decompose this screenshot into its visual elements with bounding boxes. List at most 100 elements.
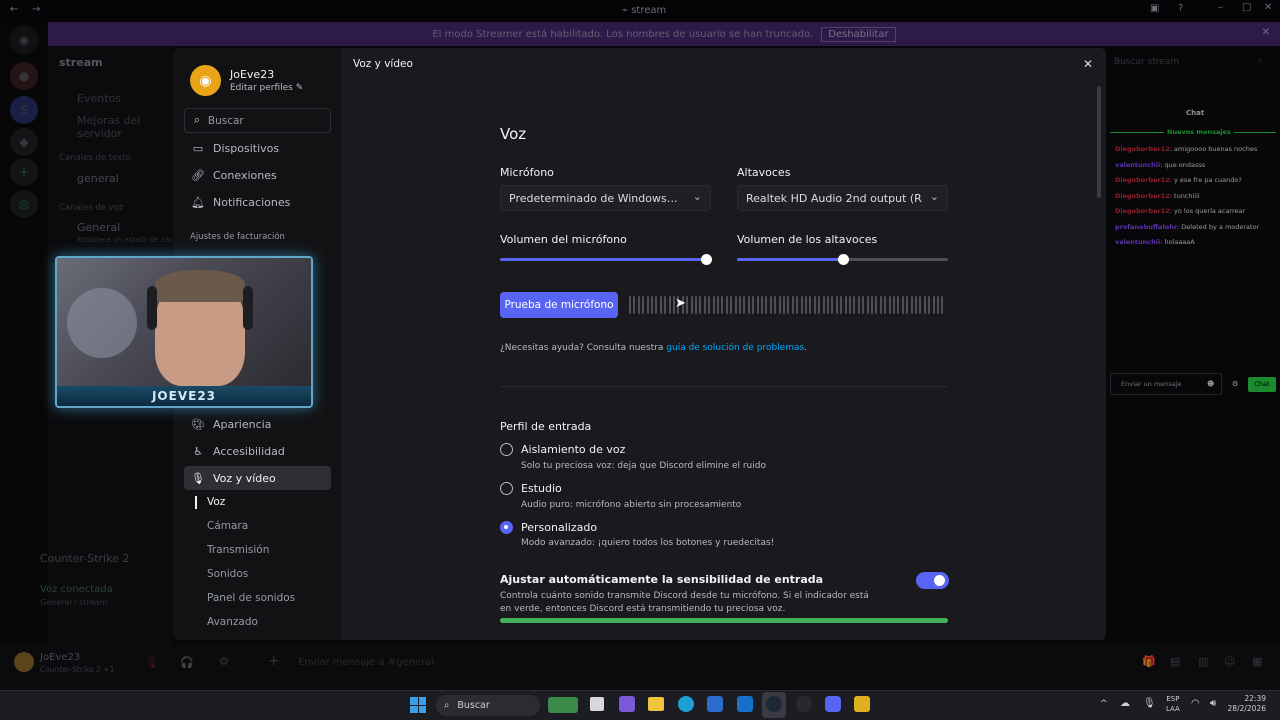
meter-bar	[835, 296, 838, 314]
app-icon[interactable]	[619, 696, 635, 712]
profile-avatar[interactable]: ◉	[190, 65, 221, 96]
nav-notifications[interactable]: 🔔︎ Notificaciones	[184, 190, 331, 214]
cloud-icon[interactable]: ☁	[1120, 698, 1130, 709]
outlook-icon[interactable]	[737, 696, 753, 712]
volume-icon[interactable]: 🔊︎	[1210, 698, 1216, 709]
mic-test-button[interactable]: Prueba de micrófono	[500, 292, 618, 318]
file-explorer-icon[interactable]	[648, 697, 664, 711]
meter-bar	[765, 296, 768, 314]
meter-bar	[791, 296, 794, 314]
mic-label: Micrófono	[500, 166, 554, 179]
inbox-icon[interactable]: ▣	[1150, 3, 1159, 14]
subnav-camera[interactable]: Cámara	[207, 520, 248, 532]
help-icon[interactable]: ?	[1178, 3, 1183, 14]
help-text: ¿Necesitas ayuda? Consulta nuestra guía …	[500, 343, 807, 353]
nav-connections[interactable]: 🔗︎ Conexiones	[184, 163, 331, 187]
obs-icon[interactable]	[796, 696, 812, 712]
voice-isolation-title[interactable]: Aislamiento de voz	[521, 443, 625, 456]
nav-devices[interactable]: ▭ Dispositivos	[184, 136, 331, 160]
meter-bar	[866, 296, 869, 314]
meter-bar	[915, 296, 917, 314]
page-header: Voz y vídeo	[353, 58, 413, 70]
app-icon[interactable]	[854, 696, 870, 712]
help-text-suffix: .	[804, 343, 808, 353]
meter-bar	[699, 296, 702, 314]
meter-bar	[879, 296, 882, 314]
meter-bar	[774, 296, 777, 314]
webcam-background	[67, 288, 137, 358]
headset-right	[243, 286, 253, 330]
webcam-name: JOEVE23	[57, 386, 311, 406]
meter-bar	[725, 296, 728, 314]
mic-tray-icon[interactable]: 🎙︎	[1143, 698, 1156, 709]
clock-time: 22:39	[1244, 694, 1266, 703]
settings-search[interactable]: ⌕ Buscar	[184, 108, 331, 133]
windows-start-icon[interactable]	[410, 697, 426, 713]
taskbar-search[interactable]: ⌕ Buscar	[436, 695, 540, 716]
input-profile-title: Perfil de entrada	[500, 420, 592, 433]
subnav-voice[interactable]: Voz	[194, 496, 225, 509]
subnav-sounds[interactable]: Sonidos	[207, 568, 248, 580]
steam-taskbar-active[interactable]	[762, 692, 786, 718]
divider	[500, 386, 948, 387]
sensitivity-meter	[500, 618, 948, 623]
speaker-volume-handle[interactable]	[837, 254, 849, 265]
steam-icon	[766, 696, 782, 712]
close-window-button[interactable]: ✕	[1264, 2, 1272, 13]
wifi-icon[interactable]: ◠	[1191, 698, 1200, 709]
nav-appearance[interactable]: 🎨︎ Apariencia	[184, 412, 331, 436]
mic-select[interactable]: Predeterminado de Windows (Micrófono) ⌄	[500, 185, 711, 211]
meter-bar	[796, 296, 799, 314]
auto-sensitivity-toggle[interactable]	[916, 572, 949, 589]
subnav-soundboard[interactable]: Panel de sonidos	[207, 592, 295, 604]
meter-bar	[919, 296, 922, 314]
back-arrow-icon[interactable]: ←	[10, 4, 18, 15]
mic-volume-handle[interactable]	[700, 254, 712, 265]
chevron-up-icon[interactable]: ^	[1100, 699, 1108, 709]
search-icon: ⌕	[444, 700, 450, 711]
meter-bar	[800, 296, 803, 314]
studio-title[interactable]: Estudio	[521, 482, 562, 495]
edit-profiles-link[interactable]: Editar perfiles ✎	[230, 83, 303, 93]
language-indicator[interactable]: ESP LAA	[1166, 694, 1180, 714]
minimize-button[interactable]: –	[1218, 2, 1223, 13]
edge-icon[interactable]	[678, 696, 694, 712]
discord-taskbar-icon[interactable]	[825, 696, 841, 712]
radio-studio[interactable]	[500, 482, 513, 495]
nav-voice-video[interactable]: 🎙︎ Voz y vídeo	[184, 466, 331, 490]
store-icon[interactable]	[707, 696, 723, 712]
troubleshooting-link[interactable]: guía de solución de problemas	[666, 343, 804, 353]
task-view-icon[interactable]	[590, 697, 604, 711]
widgets-icon[interactable]	[548, 697, 578, 713]
close-modal-icon[interactable]: ✕	[1083, 57, 1093, 71]
taskbar: ⌕ Buscar ^ ☁ 🎙︎ ESP LAA ◠ 🔊︎ 22:39 28/2/2…	[0, 690, 1280, 720]
meter-bar	[923, 296, 926, 314]
scrollbar[interactable]	[1097, 86, 1101, 198]
meter-bar	[633, 296, 636, 314]
chevron-down-icon: ⌄	[929, 190, 939, 203]
forward-arrow-icon[interactable]: →	[32, 4, 40, 15]
maximize-button[interactable]: □	[1242, 2, 1251, 13]
meter-bar	[822, 296, 825, 314]
taskbar-search-label: Buscar	[457, 700, 490, 711]
link-icon: 🔗︎	[191, 168, 205, 182]
mic-volume-slider[interactable]	[500, 254, 712, 265]
custom-title[interactable]: Personalizado	[521, 521, 597, 534]
meter-bar	[901, 296, 904, 314]
meter-bar	[827, 296, 829, 314]
speaker-select[interactable]: Realtek HD Audio 2nd output (Realtek ⌄	[737, 185, 948, 211]
speaker-volume-slider[interactable]	[737, 254, 948, 265]
meter-bar	[769, 296, 772, 314]
subnav-streaming[interactable]: Transmisión	[207, 544, 269, 556]
subnav-advanced[interactable]: Avanzado	[207, 616, 258, 628]
clock[interactable]: 22:39 28/2/2026	[1226, 694, 1266, 714]
radio-voice-isolation[interactable]	[500, 443, 513, 456]
nav-accessibility[interactable]: ♿︎ Accesibilidad	[184, 439, 331, 463]
person-hair	[155, 270, 245, 302]
microphone-icon: 🎙︎	[191, 471, 205, 485]
radio-custom[interactable]	[500, 521, 513, 534]
mouse-cursor-icon: ➤	[675, 296, 686, 311]
meter-bar	[712, 296, 715, 314]
help-text-prefix: ¿Necesitas ayuda? Consulta nuestra	[500, 343, 664, 353]
meter-bar	[664, 296, 667, 314]
